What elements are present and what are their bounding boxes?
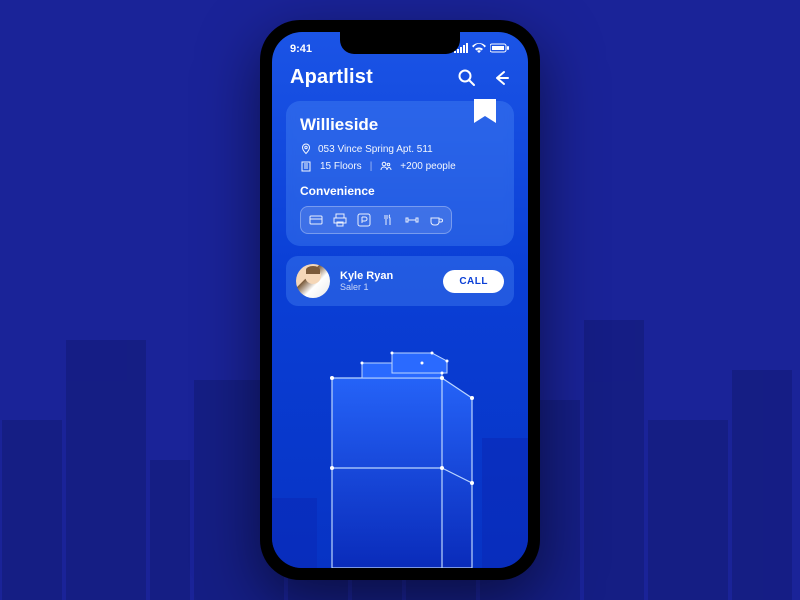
restaurant-icon (381, 213, 395, 227)
notch (340, 32, 460, 54)
listing-name: Willieside (300, 115, 500, 135)
listing-address: 053 Vince Spring Apt. 511 (318, 144, 433, 155)
address-row: 053 Vince Spring Apt. 511 (300, 143, 500, 155)
card-icon (309, 213, 323, 227)
saler-name: Kyle Ryan (340, 270, 433, 282)
avatar[interactable] (296, 264, 330, 298)
listing-card: Willieside 053 Vince Spring Apt. 511 15 … (286, 101, 514, 246)
saler-role: Saler 1 (340, 282, 433, 292)
convenience-label: Convenience (300, 184, 500, 198)
bookmark-icon[interactable] (474, 99, 496, 127)
status-time: 9:41 (290, 43, 312, 55)
app-title: Apartlist (290, 66, 373, 89)
building-icon (300, 160, 312, 172)
search-icon[interactable] (458, 69, 476, 87)
header: Apartlist (272, 58, 528, 101)
battery-icon (490, 43, 510, 56)
phone-frame: 9:41 Apartlist (260, 20, 540, 580)
gym-icon (405, 213, 419, 227)
saler-card: Kyle Ryan Saler 1 CALL (286, 256, 514, 306)
call-button[interactable]: CALL (443, 270, 504, 293)
people-icon (380, 160, 392, 172)
convenience-icons (300, 206, 452, 234)
screen: 9:41 Apartlist (272, 32, 528, 568)
meta-row: 15 Floors | +200 people (300, 160, 500, 172)
back-icon[interactable] (492, 69, 510, 87)
divider: | (370, 161, 373, 172)
cafe-icon (429, 213, 443, 227)
parking-icon (357, 213, 371, 227)
printer-icon (333, 213, 347, 227)
building-wireframe (272, 318, 528, 568)
listing-floors: 15 Floors (320, 161, 362, 172)
wifi-icon (472, 43, 486, 56)
pin-icon (300, 143, 312, 155)
listing-people: +200 people (400, 161, 455, 172)
